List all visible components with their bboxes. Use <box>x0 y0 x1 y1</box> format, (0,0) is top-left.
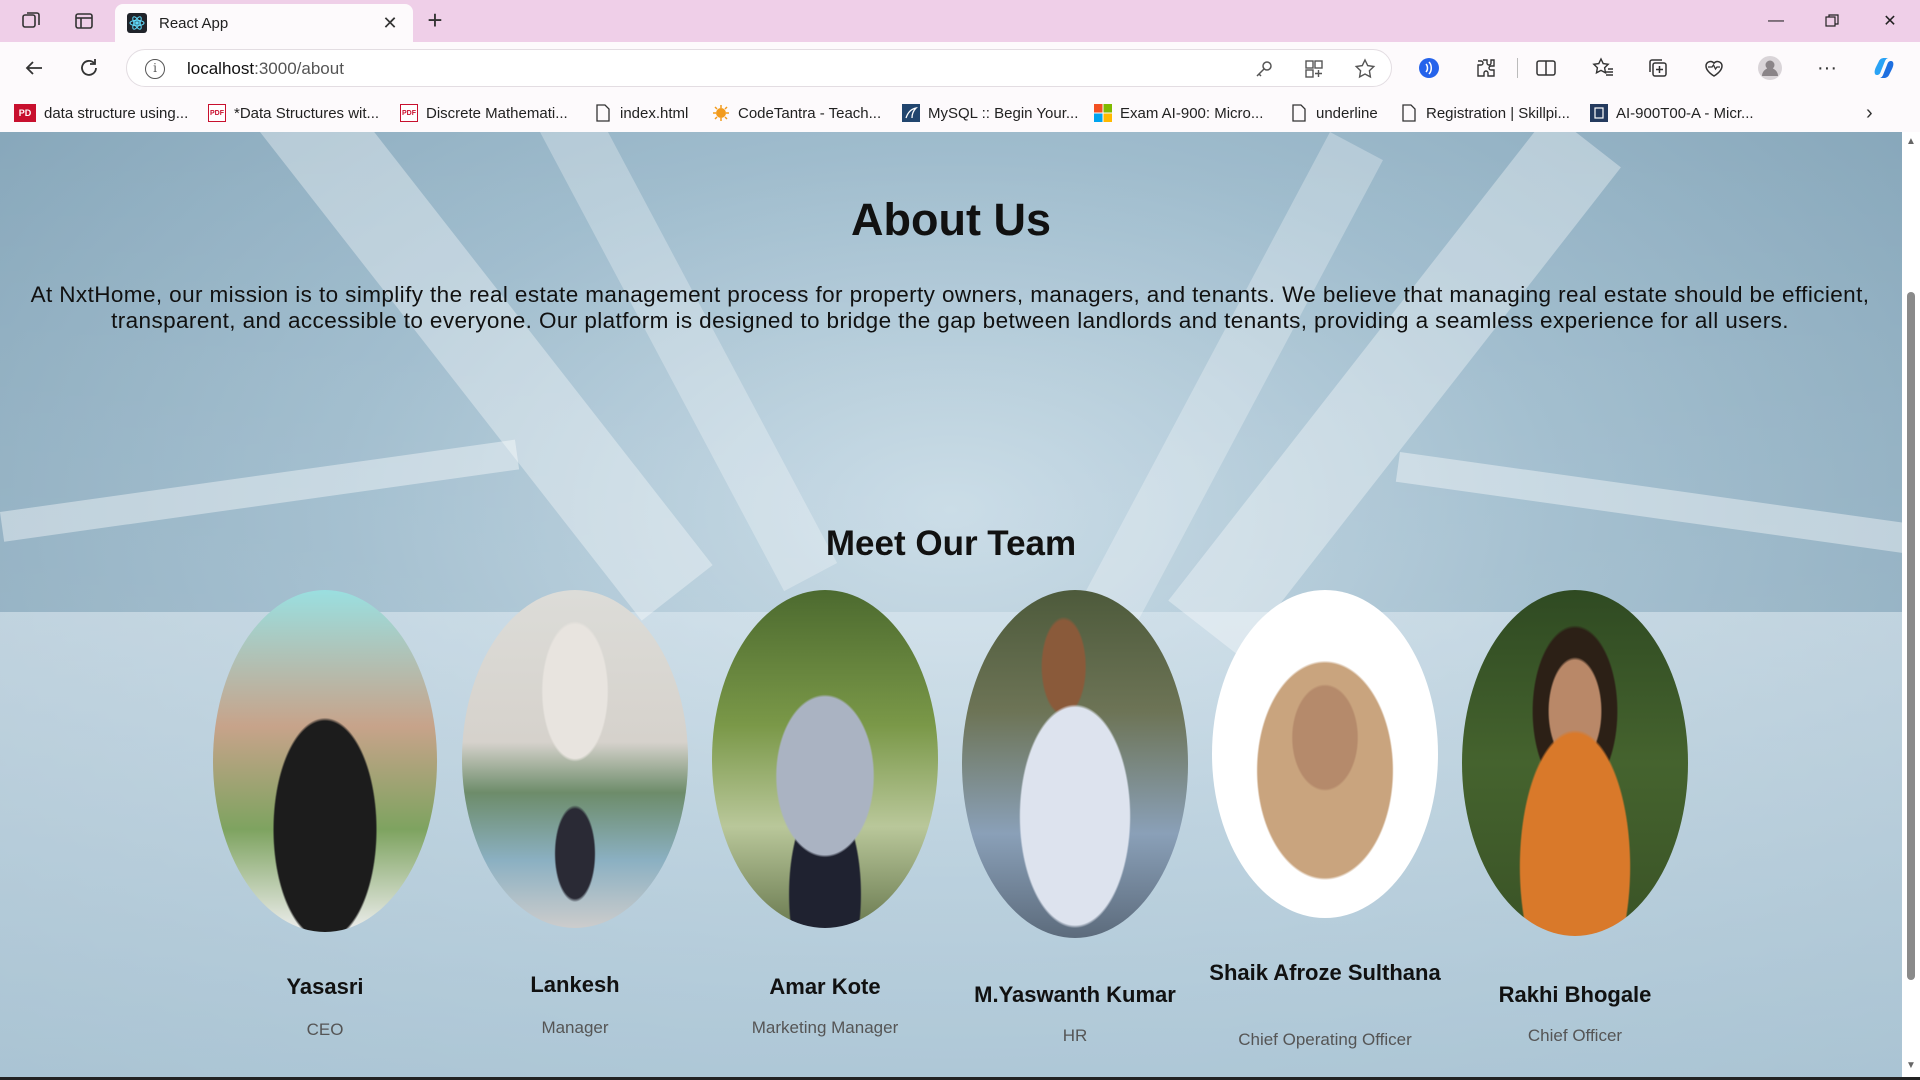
mission-statement: At NxtHome, our mission is to simplify t… <box>30 282 1870 333</box>
file-icon <box>1400 104 1418 122</box>
pdf-icon: PDF <box>400 104 418 122</box>
favorites-icon[interactable] <box>1589 54 1617 82</box>
active-tab[interactable]: React App ✕ <box>115 4 413 42</box>
scroll-up-icon[interactable]: ▲ <box>1906 136 1916 147</box>
member-photo-lankesh <box>462 590 688 928</box>
pdf-icon: PD <box>14 104 36 122</box>
bookmark-item[interactable]: MySQL :: Begin Your... <box>902 101 1078 125</box>
refresh-icon[interactable] <box>73 52 105 84</box>
bookmark-label: index.html <box>620 104 689 122</box>
split-screen-icon[interactable] <box>1532 54 1560 82</box>
back-icon[interactable] <box>18 52 50 84</box>
member-name: Lankesh <box>530 972 620 997</box>
member-name: M.Yaswanth Kumar <box>974 982 1176 1007</box>
about-page: About Us At NxtHome, our mission is to s… <box>0 132 1902 1077</box>
member-role: Chief Officer <box>1527 1026 1623 1045</box>
minimize-icon[interactable]: — <box>1748 6 1804 36</box>
new-tab-button[interactable]: + <box>420 7 450 35</box>
close-window-icon[interactable]: ✕ <box>1862 6 1918 36</box>
bookmarks-bar: PD data structure using... PDF *Data Str… <box>0 94 1920 132</box>
scroll-down-icon[interactable]: ▼ <box>1906 1060 1916 1071</box>
bookmark-item[interactable]: PDF *Data Structures wit... <box>208 101 379 125</box>
member-role: HR <box>1062 1026 1088 1045</box>
profile-avatar-icon[interactable] <box>1756 54 1784 82</box>
restore-icon[interactable] <box>1804 6 1860 36</box>
url-host: localhost <box>187 59 255 78</box>
chevron-right-icon[interactable]: › <box>1866 102 1873 125</box>
member-role: Manager <box>541 1018 609 1037</box>
codetantra-icon <box>712 104 730 122</box>
address-bar[interactable]: i localhost:3000/about <box>126 49 1392 87</box>
copilot-icon[interactable] <box>1870 54 1898 82</box>
page-title: About Us <box>851 194 1051 245</box>
workspaces-icon[interactable] <box>18 8 44 34</box>
page-scrollbar[interactable]: ▲ ▼ <box>1902 132 1920 1077</box>
bookmark-item[interactable]: AI-900T00-A - Micr... <box>1590 101 1754 125</box>
bookmark-item[interactable]: index.html <box>594 101 688 125</box>
microsoft-icon <box>1094 104 1112 122</box>
bookmark-item[interactable]: CodeTantra - Teach... <box>712 101 881 125</box>
member-role: Marketing Manager <box>751 1018 899 1037</box>
member-name: Rakhi Bhogale <box>1498 982 1652 1007</box>
member-photo-amar-kote <box>712 590 938 928</box>
toolbar-divider <box>1517 58 1518 78</box>
file-icon <box>594 104 612 122</box>
bookmark-label: CodeTantra - Teach... <box>738 104 882 122</box>
browser-essentials-icon[interactable] <box>1700 54 1728 82</box>
password-key-icon[interactable] <box>1253 58 1275 80</box>
site-info-icon[interactable]: i <box>145 59 165 79</box>
tab-actions-icon[interactable] <box>71 8 97 34</box>
bookmark-item[interactable]: PD data structure using... <box>14 101 188 125</box>
mysql-icon <box>902 104 920 122</box>
bookmark-item[interactable]: PDF Discrete Mathemati... <box>400 101 568 125</box>
member-photo-rakhi-bhogale <box>1462 590 1688 936</box>
browser-toolbar: i localhost:3000/about ··· <box>0 42 1920 94</box>
member-name: Yasasri <box>286 974 364 999</box>
scroll-thumb[interactable] <box>1907 292 1915 980</box>
bookmark-label: data structure using... <box>44 104 189 122</box>
app-available-icon[interactable] <box>1303 58 1325 80</box>
member-role: CEO <box>306 1020 344 1039</box>
member-photo-shaik-afroze-sulthana <box>1212 590 1438 918</box>
close-tab-icon[interactable]: ✕ <box>379 13 401 34</box>
url-text: localhost:3000/about <box>187 59 344 79</box>
collections-icon[interactable] <box>1644 54 1672 82</box>
bookmark-label: AI-900T00-A - Micr... <box>1616 104 1754 122</box>
favorite-star-icon[interactable] <box>1354 58 1376 80</box>
member-name: Amar Kote <box>769 974 881 999</box>
tab-title: React App <box>159 14 229 32</box>
tab-strip: React App ✕ + — ✕ <box>0 0 1920 42</box>
more-options-icon[interactable]: ··· <box>1813 54 1841 82</box>
bookmark-item[interactable]: Registration | Skillpi... <box>1400 101 1570 125</box>
bookmark-item[interactable]: Exam AI-900: Micro... <box>1094 101 1263 125</box>
bookmark-label: Registration | Skillpi... <box>1426 104 1570 122</box>
member-photo-m-yaswanth-kumar <box>962 590 1188 938</box>
react-icon <box>127 13 147 33</box>
book-icon <box>1590 104 1608 122</box>
pdf-icon: PDF <box>208 104 226 122</box>
file-icon <box>1290 104 1308 122</box>
bookmark-label: Exam AI-900: Micro... <box>1120 104 1264 122</box>
team-heading: Meet Our Team <box>825 524 1077 563</box>
bookmark-label: underline <box>1316 104 1378 122</box>
member-name: Shaik Afroze Sulthana <box>1209 960 1441 985</box>
url-path: :3000/about <box>254 59 344 78</box>
bookmark-label: *Data Structures wit... <box>234 104 380 122</box>
extensions-icon[interactable] <box>1472 54 1500 82</box>
bookmark-item[interactable]: underline <box>1290 101 1378 125</box>
bookmark-label: MySQL :: Begin Your... <box>928 104 1079 122</box>
bookmark-label: Discrete Mathemati... <box>426 104 568 122</box>
member-role: Chief Operating Officer <box>1238 1030 1412 1049</box>
voice-extension-icon[interactable] <box>1415 54 1443 82</box>
member-photo-yasasri <box>213 590 437 932</box>
